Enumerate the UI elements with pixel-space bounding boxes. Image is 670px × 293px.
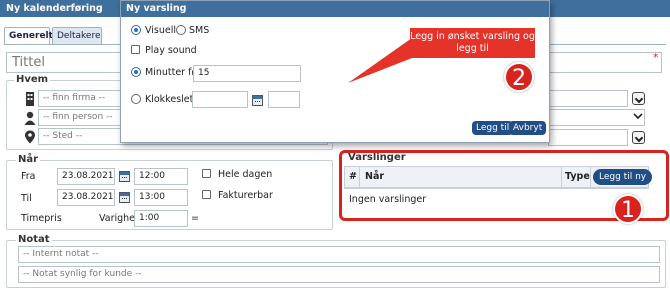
timepris-label: Timepris — [21, 213, 62, 224]
fra-date-input[interactable]: 23.08.2021 — [57, 168, 115, 185]
dropdown-1-chevron-icon[interactable] — [632, 92, 645, 105]
company-icon — [24, 92, 36, 106]
badge-1: 1 — [613, 194, 643, 224]
avbryt-button[interactable]: Avbryt — [509, 121, 547, 135]
hvem-legend: Hvem — [14, 74, 51, 85]
til-date-input[interactable]: 23.08.2021 — [57, 189, 115, 206]
legg-til-button[interactable]: Legg til — [472, 121, 514, 135]
person-icon — [24, 111, 36, 125]
minutter-input[interactable]: 15 — [193, 65, 301, 82]
fra-time-input[interactable]: 12:00 — [134, 168, 188, 185]
fakturerbar-label: Fakturerbar — [218, 190, 273, 201]
klokkeslett-date-input[interactable] — [192, 91, 248, 108]
fra-label: Fra — [21, 171, 36, 182]
dialog-title: Ny varsling — [121, 1, 549, 17]
klokkeslett-time-input[interactable] — [268, 91, 300, 108]
play-sound-checkbox[interactable] — [131, 45, 140, 54]
right-select-1[interactable] — [548, 90, 628, 107]
fakturerbar-checkbox[interactable] — [202, 190, 211, 199]
hele-dagen-label: Hele dagen — [218, 169, 273, 180]
klokkeslett-calendar-icon[interactable] — [252, 95, 263, 106]
location-pin-icon — [24, 130, 36, 144]
hele-dagen-checkbox[interactable] — [202, 169, 211, 178]
minutter-radio[interactable] — [131, 67, 141, 77]
til-label: Til — [21, 193, 32, 204]
badge-2: 2 — [504, 62, 534, 92]
tab-generelt[interactable]: Generelt — [4, 27, 53, 44]
right-select-3[interactable] — [548, 129, 628, 146]
visuell-label: Visuell — [145, 25, 177, 36]
til-time-input[interactable]: 13:00 — [134, 189, 188, 206]
play-sound-label: Play sound — [145, 45, 197, 56]
varighet-label: Varighet — [99, 213, 139, 224]
notat-legend: Notat — [16, 234, 52, 245]
right-select-2[interactable] — [548, 109, 645, 126]
required-marker: * — [653, 51, 659, 64]
til-calendar-icon[interactable] — [119, 192, 130, 203]
varighet-input[interactable]: 1:00 — [134, 210, 188, 227]
tab-deltakere[interactable]: Deltakere — [52, 27, 102, 44]
sms-label: SMS — [189, 25, 210, 36]
equals-sign: = — [191, 213, 199, 224]
internt-notat-input[interactable]: -- Internt notat -- — [18, 246, 660, 263]
dropdown-3-chevron-icon[interactable] — [632, 131, 645, 144]
fra-calendar-icon[interactable] — [119, 171, 130, 182]
visuell-radio[interactable] — [131, 25, 141, 35]
kunde-notat-input[interactable]: -- Notat synlig for kunde -- — [18, 266, 660, 283]
klokkeslett-radio[interactable] — [131, 94, 141, 104]
sms-radio[interactable] — [176, 25, 186, 35]
klokkeslett-label: Klokkeslett — [145, 94, 198, 105]
chevron-down-icon[interactable] — [633, 111, 643, 121]
naar-legend: Når — [16, 154, 41, 165]
annotation-callout: Legg in ønsket varsling og legg til — [410, 28, 535, 58]
